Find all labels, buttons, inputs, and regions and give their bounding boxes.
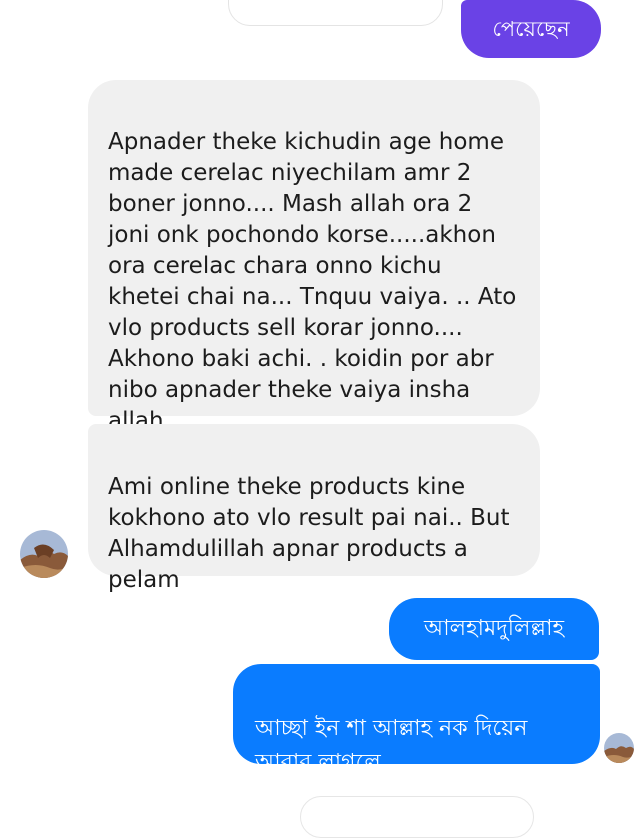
avatar-image: [604, 733, 634, 763]
read-receipt-avatar: [604, 733, 634, 763]
sent-message-bubble[interactable]: পেয়েছেন: [461, 0, 601, 58]
message-text: পেয়েছেন: [492, 16, 570, 41]
received-message-bubble[interactable]: Apnader theke kichudin age home made cer…: [88, 80, 540, 434]
sent-message-bubble[interactable]: আলহামদুলিল্লাহ: [389, 598, 599, 660]
contact-avatar[interactable]: [20, 530, 68, 578]
sent-message-bubble[interactable]: আচ্ছা ইন শা আল্লাহ নক দিয়েন আবার লাগলে: [233, 664, 600, 775]
received-message-bubble[interactable]: Ami online theke products kine kokhono a…: [88, 424, 540, 593]
message-text: Ami online theke products kine kokhono a…: [108, 474, 510, 593]
message-text: Apnader theke kichudin age home made cer…: [108, 129, 517, 434]
message-text: আচ্ছা ইন শা আল্লাহ নক দিয়েন আবার লাগলে: [255, 716, 528, 775]
partial-message-bubble-bottom: [300, 796, 534, 838]
message-text: আলহামদুলিল্লাহ: [423, 616, 565, 641]
partial-message-bubble-top: [228, 0, 443, 26]
avatar-image: [20, 530, 68, 578]
